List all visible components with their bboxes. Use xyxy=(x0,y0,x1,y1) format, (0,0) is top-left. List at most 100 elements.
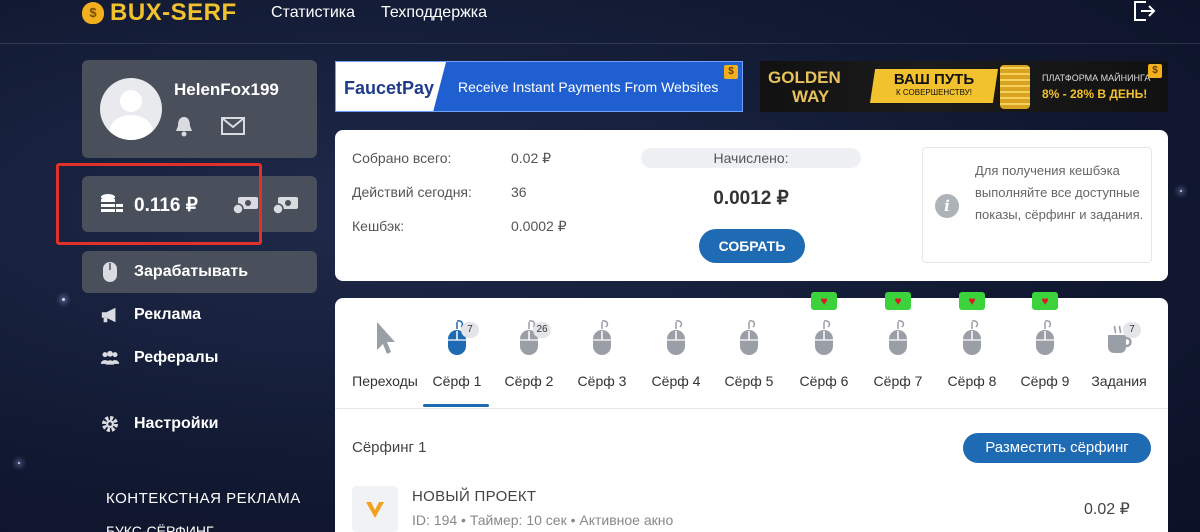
info-icon: i xyxy=(935,194,959,218)
mouse-icon xyxy=(740,320,758,355)
tab-label: Сёрф 4 xyxy=(651,373,701,389)
banner-slogan-box: ВАШ ПУТЬ К СОВЕРШЕНСТВУ! xyxy=(870,69,998,103)
task-price: 0.02 ₽ xyxy=(1084,501,1130,518)
tab-1[interactable]: Переходы xyxy=(349,298,421,408)
tabs-divider xyxy=(335,408,1168,409)
megaphone-icon xyxy=(100,305,120,325)
collected-value: 0.02 ₽ xyxy=(511,150,552,166)
background-star xyxy=(62,298,65,301)
tab-label: Сёрф 7 xyxy=(873,373,923,389)
accrued-value: 0.0012 ₽ xyxy=(713,188,789,209)
cash-out-icon[interactable] xyxy=(272,193,300,215)
mouse-icon xyxy=(889,320,907,355)
mail-icon[interactable] xyxy=(221,117,245,135)
tab-label: Переходы xyxy=(352,373,418,389)
cashback-value: 0.0002 ₽ xyxy=(511,218,567,234)
surf-section-title: Сёрфинг 1 xyxy=(352,439,427,456)
menu-earn[interactable]: Зарабатывать xyxy=(82,251,317,293)
context-ads-link[interactable]: БУКС-СЁРФИНГ xyxy=(106,523,214,532)
tab-label: Сёрф 1 xyxy=(432,373,482,389)
nav-statistics[interactable]: Статистика xyxy=(271,4,355,22)
menu-settings[interactable]: Настройки xyxy=(82,403,317,445)
tab-8[interactable]: ♥ Сёрф 7 xyxy=(862,292,934,408)
mouse-icon xyxy=(100,262,120,282)
collect-button[interactable]: СОБРАТЬ xyxy=(699,229,805,263)
golden-way-banner[interactable]: GOLDEN WAY ВАШ ПУТЬ К СОВЕРШЕНСТВУ! ПЛАТ… xyxy=(760,61,1168,112)
context-ads-heading: КОНТЕКСТНАЯ РЕКЛАМА xyxy=(106,490,301,507)
stats-card: Собрано всего: 0.02 ₽ Действий сегодня: … xyxy=(335,130,1168,281)
ad-badge-icon: $ xyxy=(1148,64,1162,78)
tab-3[interactable]: 26 Сёрф 2 xyxy=(493,298,565,408)
gear-icon xyxy=(100,414,120,434)
heart-icon: ♥ xyxy=(811,292,837,310)
tab-label: Сёрф 9 xyxy=(1020,373,1070,389)
menu-ads[interactable]: Реклама xyxy=(82,294,317,336)
banner-slogan-sub: К СОВЕРШЕНСТВУ! xyxy=(896,88,972,97)
cashback-label: Кешбэк: xyxy=(352,218,405,234)
tab-count-badge: 26 xyxy=(533,322,551,338)
money-bag-icon: $ xyxy=(82,2,104,24)
heart-icon: ♥ xyxy=(959,292,985,310)
task-logo xyxy=(352,486,398,532)
heart-icon: ♥ xyxy=(885,292,911,310)
banner-brand: FaucetPay xyxy=(344,78,435,98)
tab-5[interactable]: Сёрф 4 xyxy=(640,298,712,408)
tab-6[interactable]: Сёрф 5 xyxy=(713,298,785,408)
coin-stack-icon xyxy=(1000,65,1030,109)
avatar[interactable] xyxy=(100,78,162,140)
menu-referrals[interactable]: Рефералы xyxy=(82,337,317,379)
menu-label: Зарабатывать xyxy=(134,263,249,280)
menu-label: Настройки xyxy=(134,415,219,432)
tab-label: Сёрф 5 xyxy=(724,373,774,389)
banner-rate: 8% - 28% В ДЕНЬ! xyxy=(1042,87,1148,101)
top-header: $ BUX-SERF Статистика Техподдержка xyxy=(0,0,1200,44)
tab-label: Сёрф 2 xyxy=(504,373,554,389)
banner-tagline: Receive Instant Payments From Websites xyxy=(458,79,719,95)
tab-count-badge: 7 xyxy=(461,322,479,338)
banner-title: GOLDEN xyxy=(768,68,841,87)
faucetpay-banner[interactable]: FaucetPay Receive Instant Payments From … xyxy=(335,61,743,112)
username[interactable]: HelenFox199 xyxy=(174,80,279,100)
actions-label: Действий сегодня: xyxy=(352,184,472,200)
task-title[interactable]: НОВЫЙ ПРОЕКТ xyxy=(412,488,536,505)
nav-support[interactable]: Техподдержка xyxy=(381,4,487,22)
mouse-icon xyxy=(593,320,611,355)
bell-icon[interactable] xyxy=(174,115,194,137)
task-meta: ID: 194 • Таймер: 10 сек • Активное акно xyxy=(412,512,674,528)
profile-card: HelenFox199 xyxy=(82,60,317,158)
tab-label: Сёрф 3 xyxy=(577,373,627,389)
banner-title-2: WAY xyxy=(792,87,830,106)
tab-10[interactable]: ♥ Сёрф 9 xyxy=(1009,292,1081,408)
menu-label: Рефералы xyxy=(134,349,219,366)
tab-7[interactable]: ♥ Сёрф 6 xyxy=(788,292,860,408)
balance-highlight-box xyxy=(56,163,262,245)
surf-card: Переходы 7 Сёрф 1 26 Сёрф 2 Сёрф 3 Сёрф 4 Сёрф … xyxy=(335,292,1168,532)
tab-9[interactable]: ♥ Сёрф 8 xyxy=(936,292,1008,408)
background-star xyxy=(18,462,20,464)
tab-4[interactable]: Сёрф 3 xyxy=(566,298,638,408)
actions-value: 36 xyxy=(511,184,527,200)
site-logo[interactable]: $ BUX-SERF xyxy=(82,0,237,26)
accrued-label: Начислено: xyxy=(641,148,861,168)
background-star xyxy=(1180,190,1182,192)
cursor-icon xyxy=(377,322,395,354)
users-icon xyxy=(100,348,120,368)
tab-2[interactable]: 7 Сёрф 1 xyxy=(421,298,493,408)
mouse-icon xyxy=(815,320,833,355)
logout-icon[interactable] xyxy=(1132,0,1156,22)
mouse-icon xyxy=(667,320,685,355)
tab-label: Сёрф 8 xyxy=(947,373,997,389)
project-logo-icon xyxy=(366,502,384,518)
banner-slogan: ВАШ ПУТЬ xyxy=(893,71,975,88)
mouse-icon xyxy=(963,320,981,355)
tab-label: Задания xyxy=(1091,373,1147,389)
collected-label: Собрано всего: xyxy=(352,150,452,166)
tab-label: Сёрф 6 xyxy=(799,373,849,389)
place-surf-button[interactable]: Разместить сёрфинг xyxy=(963,433,1151,463)
tab-11[interactable]: 7 Задания xyxy=(1083,298,1155,408)
ad-badge-icon: $ xyxy=(724,65,738,79)
menu-label: Реклама xyxy=(134,306,201,323)
active-tab-indicator xyxy=(423,404,489,407)
tab-count-badge: 7 xyxy=(1123,322,1141,338)
mouse-icon xyxy=(1036,320,1054,355)
